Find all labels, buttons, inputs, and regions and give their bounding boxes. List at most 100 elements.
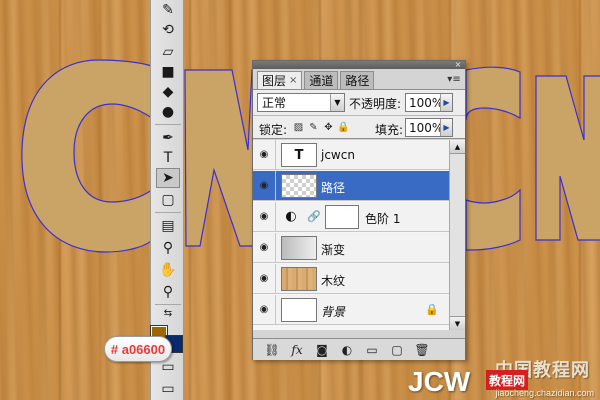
color-hex-tag: # a06600 bbox=[104, 336, 172, 362]
layer-style-icon[interactable]: fx bbox=[286, 342, 308, 358]
layer-thumbnail bbox=[281, 236, 317, 260]
fill-label: 填充: bbox=[375, 123, 404, 137]
close-icon[interactable]: × bbox=[454, 61, 462, 69]
layers-list: ◉ T jcwcn ◉ 路径 ◉ ◐ 🔗 色阶 1 ◉ 渐变 ◉ 木纹 ◉ 背景… bbox=[253, 140, 465, 330]
tab-layers[interactable]: 图层 × bbox=[257, 71, 303, 89]
blur-icon[interactable]: ◆ bbox=[156, 82, 180, 102]
layer-name: 色阶 1 bbox=[365, 212, 401, 226]
link-layers-icon[interactable]: ⛓ bbox=[261, 342, 283, 358]
lock-label: 锁定: bbox=[259, 123, 288, 137]
layer-thumbnail: T bbox=[281, 143, 317, 167]
eye-column-divider bbox=[275, 264, 276, 294]
blend-mode-value: 正常 bbox=[262, 96, 287, 110]
fill-arrow-icon[interactable]: ▶ bbox=[440, 119, 452, 136]
hand-icon[interactable]: ✋ bbox=[156, 260, 180, 280]
tab-channels[interactable]: 通道 bbox=[304, 71, 339, 89]
layer-name: 背景 bbox=[321, 305, 346, 319]
eraser-icon[interactable]: ▱ bbox=[156, 42, 180, 62]
layer-row[interactable]: ◉ T jcwcn bbox=[253, 140, 449, 170]
shape-icon[interactable]: ▢ bbox=[156, 190, 180, 210]
eye-icon[interactable]: ◉ bbox=[257, 303, 271, 315]
blend-opacity-row: 正常 ▼ 不透明度: 100% ▶ bbox=[253, 89, 465, 115]
letter-n-shape bbox=[535, 75, 600, 241]
chevron-down-icon[interactable]: ▼ bbox=[330, 94, 344, 111]
screen-mode-icon[interactable]: ▭ bbox=[156, 380, 180, 398]
eye-column-divider bbox=[275, 202, 276, 232]
eye-column-divider bbox=[275, 140, 276, 170]
layer-name: jcwcn bbox=[321, 148, 355, 162]
tool-separator bbox=[155, 124, 181, 125]
lock-pixels-icon[interactable]: ✎ bbox=[308, 122, 319, 133]
layers-panel: × 图层 × 通道 路径 ▾≡ 正常 ▼ 不透明度: 100% ▶ 锁定: ▨ … bbox=[252, 60, 466, 360]
lock-position-icon[interactable]: ✥ bbox=[323, 122, 334, 133]
layers-scrollbar[interactable]: ▲ ▼ bbox=[449, 140, 465, 330]
gradient-icon[interactable]: ■ bbox=[156, 62, 180, 82]
eye-column-divider bbox=[275, 171, 276, 201]
path-selection-icon[interactable]: ➤ bbox=[156, 168, 180, 188]
swap-colors-icon[interactable]: ⇆ bbox=[156, 306, 180, 320]
history-brush-icon[interactable]: ⟲ bbox=[156, 20, 180, 40]
tab-close-icon[interactable]: × bbox=[289, 75, 297, 86]
adjustment-layer-icon: ◐ bbox=[285, 208, 297, 224]
layer-row-selected[interactable]: ◉ 路径 bbox=[253, 171, 449, 201]
tab-paths[interactable]: 路径 bbox=[340, 71, 375, 89]
watermark-jcw: JCW bbox=[408, 366, 471, 397]
eye-icon[interactable]: ◉ bbox=[257, 241, 271, 253]
opacity-label: 不透明度: bbox=[349, 97, 402, 111]
layer-thumbnail bbox=[281, 267, 317, 291]
layer-thumbnail bbox=[281, 174, 317, 198]
new-adjustment-icon[interactable]: ◐ bbox=[336, 342, 358, 358]
layer-mask-thumbnail bbox=[325, 205, 359, 229]
panel-tabs: 图层 × 通道 路径 bbox=[257, 71, 376, 89]
opacity-value: 100% bbox=[409, 95, 444, 110]
eye-column-divider bbox=[275, 233, 276, 263]
link-chain-icon: 🔗 bbox=[307, 210, 321, 223]
lock-fill-row: 锁定: ▨ ✎ ✥ 🔒 填充: 100% ▶ bbox=[253, 115, 465, 139]
add-mask-icon[interactable]: ◙ bbox=[311, 342, 333, 358]
scroll-up-icon[interactable]: ▲ bbox=[450, 140, 465, 154]
dodge-icon[interactable]: ● bbox=[156, 102, 180, 122]
tab-label: 通道 bbox=[309, 74, 334, 88]
notes-icon[interactable]: ▤ bbox=[156, 216, 180, 236]
lock-all-icon[interactable]: 🔒 bbox=[337, 122, 349, 133]
tab-label: 路径 bbox=[345, 74, 370, 88]
letter-c-shape bbox=[21, 59, 153, 253]
panel-title-bar[interactable]: × bbox=[253, 61, 465, 69]
lock-icon: 🔒 bbox=[425, 303, 439, 316]
tool-separator bbox=[155, 304, 181, 305]
blend-mode-select[interactable]: 正常 ▼ bbox=[257, 93, 345, 112]
eye-icon[interactable]: ◉ bbox=[257, 210, 271, 222]
zoom-icon[interactable]: ⚲ bbox=[156, 282, 180, 302]
eye-icon[interactable]: ◉ bbox=[257, 272, 271, 284]
letter-w-shape bbox=[184, 69, 256, 247]
tool-separator bbox=[155, 212, 181, 213]
layer-name: 路径 bbox=[321, 181, 346, 195]
tab-label: 图层 bbox=[262, 74, 287, 88]
layer-row[interactable]: ◉ 渐变 bbox=[253, 233, 449, 263]
fill-value: 100% bbox=[409, 120, 444, 135]
new-group-icon[interactable]: ▭ bbox=[361, 342, 383, 358]
layer-thumbnail bbox=[281, 298, 317, 322]
panel-menu-icon[interactable]: ▾≡ bbox=[447, 73, 461, 85]
scroll-down-icon[interactable]: ▼ bbox=[450, 316, 465, 330]
watermark-badge: 教程网 bbox=[486, 370, 529, 390]
fill-input[interactable]: 100% ▶ bbox=[405, 118, 453, 137]
lock-transparency-icon[interactable]: ▨ bbox=[293, 122, 304, 133]
opacity-arrow-icon[interactable]: ▶ bbox=[440, 94, 452, 111]
eyedropper-icon[interactable]: ⚲ bbox=[156, 238, 180, 258]
layer-name: 渐变 bbox=[321, 243, 346, 257]
watermark: 中国教程网 JCW 教程网 jiaocheng.chazidian.com bbox=[408, 354, 598, 400]
opacity-input[interactable]: 100% ▶ bbox=[405, 93, 453, 112]
eye-icon[interactable]: ◉ bbox=[257, 148, 271, 160]
letter-c2-shape bbox=[465, 66, 521, 251]
layer-row[interactable]: ◉ 木纹 bbox=[253, 264, 449, 294]
eye-icon[interactable]: ◉ bbox=[257, 179, 271, 191]
pen-icon[interactable]: ✒ bbox=[156, 128, 180, 148]
layer-row[interactable]: ◉ ◐ 🔗 色阶 1 bbox=[253, 202, 449, 232]
layer-row[interactable]: ◉ 背景 🔒 bbox=[253, 295, 449, 325]
eye-column-divider bbox=[275, 295, 276, 325]
new-layer-icon[interactable]: ▢ bbox=[386, 342, 408, 358]
type-tool-icon[interactable]: T bbox=[156, 148, 180, 168]
watermark-url: jiaocheng.chazidian.com bbox=[495, 388, 594, 398]
spot-healing-icon[interactable]: ✎ bbox=[156, 0, 180, 20]
